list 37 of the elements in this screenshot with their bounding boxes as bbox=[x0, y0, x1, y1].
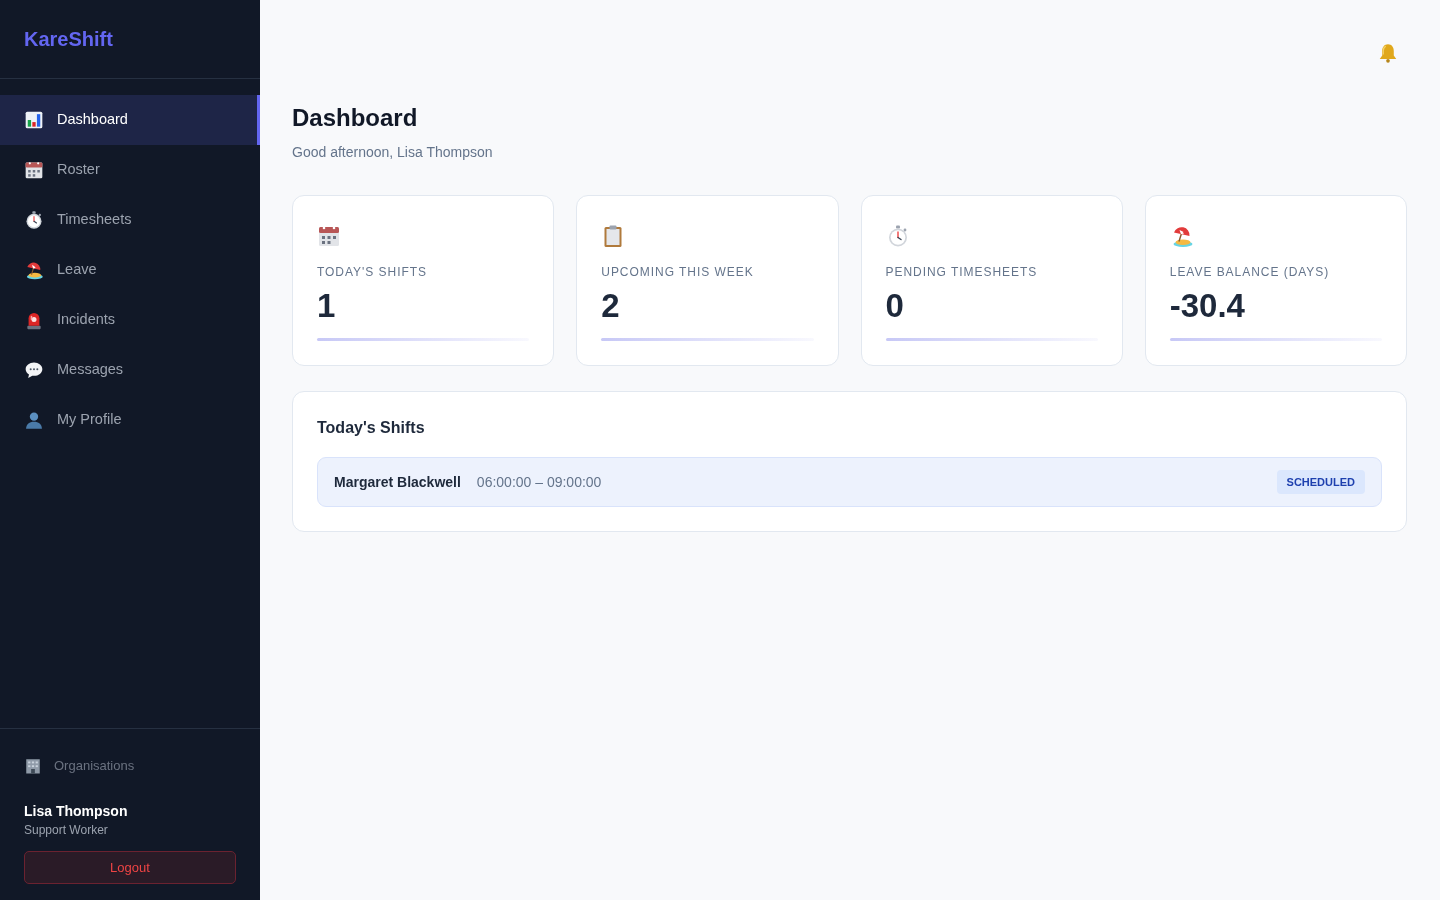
speech-bubble-icon bbox=[24, 360, 44, 380]
user-name: Lisa Thompson bbox=[24, 802, 129, 820]
page-title: Dashboard bbox=[292, 104, 419, 132]
office-building-icon bbox=[24, 757, 42, 775]
client-name: Margaret Blackwell bbox=[334, 472, 461, 492]
stat-label: TODAY'S SHIFTS bbox=[317, 264, 428, 280]
stat-value: 0 bbox=[885, 287, 905, 325]
stat-value: 1 bbox=[317, 287, 337, 325]
greeting-text: Good afternoon, Lisa Thompson bbox=[292, 143, 494, 162]
stat-label: LEAVE BALANCE (DAYS) bbox=[1169, 264, 1331, 280]
bar-chart-icon bbox=[24, 110, 44, 130]
nav-item[interactable]: Dashboard bbox=[0, 95, 260, 145]
nav-item[interactable]: Leave bbox=[0, 245, 260, 295]
beach-umbrella-icon bbox=[24, 260, 44, 280]
organisations-link[interactable]: Organisations bbox=[24, 756, 236, 776]
nav-item[interactable]: Messages bbox=[0, 345, 260, 395]
notification-bell-icon[interactable] bbox=[1377, 42, 1399, 64]
panel-title: Today's Shifts bbox=[317, 418, 426, 438]
brand-logo[interactable]: KareShift bbox=[24, 27, 113, 51]
stopwatch-icon bbox=[24, 210, 44, 230]
stat-value: -30.4 bbox=[1169, 287, 1246, 325]
nav-item[interactable]: Roster bbox=[0, 145, 260, 195]
calendar-icon bbox=[24, 160, 44, 180]
person-icon bbox=[24, 410, 44, 430]
shift-row[interactable]: Margaret Blackwell 06:00:00 – 09:00:00 SCHEDULED bbox=[317, 457, 1382, 507]
nav-item[interactable]: My Profile bbox=[0, 395, 260, 445]
shift-time: 06:00:00 – 09:00:00 bbox=[476, 472, 602, 492]
user-role: Support Worker bbox=[24, 822, 109, 838]
status-badge: SCHEDULED bbox=[1276, 470, 1365, 494]
calendar-icon bbox=[317, 224, 341, 248]
stat-value: 2 bbox=[601, 287, 621, 325]
stat-label: UPCOMING THIS WEEK bbox=[601, 264, 755, 280]
nav-item[interactable]: Timesheets bbox=[0, 195, 260, 245]
nav-item[interactable]: Incidents bbox=[0, 295, 260, 345]
siren-light-icon bbox=[24, 310, 44, 330]
logout-button[interactable]: Logout bbox=[24, 851, 236, 884]
stat-label: PENDING TIMESHEETS bbox=[885, 264, 1039, 280]
